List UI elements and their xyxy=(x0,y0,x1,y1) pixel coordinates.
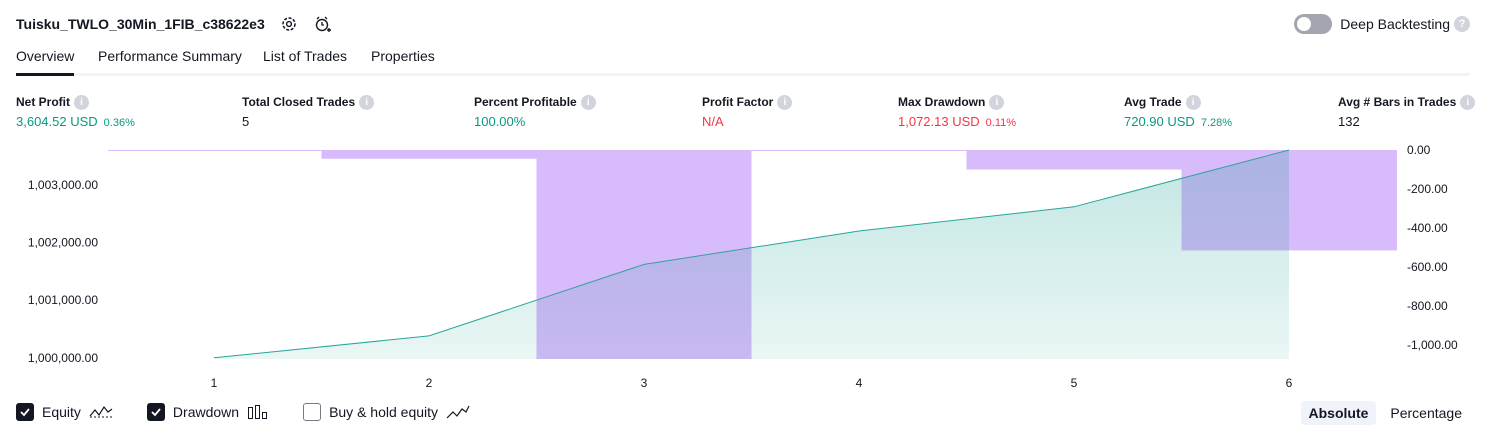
metric-max-drawdown: Max Drawdown i 1,072.13 USD 0.11% xyxy=(898,94,1016,129)
drawdown-bar-overlay xyxy=(751,150,967,151)
tab-bar: Overview Performance Summary List of Tra… xyxy=(16,44,1470,76)
right-axis-tick-label: -800.00 xyxy=(1407,299,1448,313)
metric-value: N/A xyxy=(702,114,724,129)
value-mode-switch: Absolute Percentage xyxy=(1295,401,1471,425)
toggle-knob xyxy=(1297,17,1312,31)
drawdown-bar-overlay xyxy=(536,150,752,359)
metric-profit-factor: Profit Factor i N/A xyxy=(702,94,793,129)
metric-percent: 0.36% xyxy=(103,117,135,129)
tab-properties[interactable]: Properties xyxy=(371,48,435,73)
equity-chart: 1,000,000.00 1,001,000.00 1,002,000.00 1,00… xyxy=(28,143,1458,390)
add-alert-icon[interactable] xyxy=(313,14,333,34)
drawdown-bar-overlay xyxy=(108,150,322,151)
chart-legend: Equity Drawdown Buy & hold equity xyxy=(16,403,504,421)
right-axis-tick-label: -1,000.00 xyxy=(1407,338,1458,352)
metric-label: Max Drawdown xyxy=(898,95,986,109)
deep-backtesting-toggle[interactable] xyxy=(1294,14,1333,34)
metric-net-profit: Net Profit i 3,604.52 USD 0.36% xyxy=(16,94,135,129)
deep-backtesting-label: Deep Backtesting xyxy=(1340,16,1450,32)
info-icon[interactable]: i xyxy=(989,94,1005,110)
left-axis-tick-label: 1,002,000.00 xyxy=(28,236,98,250)
right-axis-tick-label: 0.00 xyxy=(1407,143,1431,157)
legend-drawdown[interactable]: Drawdown xyxy=(146,403,269,421)
x-axis-tick-label: 5 xyxy=(1071,376,1078,390)
metric-avg-trade: Avg Trade i 720.90 USD 7.28% xyxy=(1124,94,1232,129)
tab-overview[interactable]: Overview xyxy=(16,48,75,76)
left-axis-tick-label: 1,001,000.00 xyxy=(28,293,98,307)
legend-buy-hold-equity[interactable]: Buy & hold equity xyxy=(303,403,470,421)
metric-percent: 7.28% xyxy=(1200,117,1233,129)
strategy-header: Tuisku_TWLO_30Min_1FIB_c38622e3 xyxy=(16,12,333,36)
metric-label: Total Closed Trades xyxy=(242,95,356,109)
metric-label: Profit Factor xyxy=(702,95,774,109)
legend-equity[interactable]: Equity xyxy=(16,403,113,421)
strategy-title: Tuisku_TWLO_30Min_1FIB_c38622e3 xyxy=(16,16,265,32)
drawdown-bar-overlay xyxy=(321,150,537,159)
metric-value: 132 xyxy=(1338,114,1360,129)
right-axis-tick-label: -200.00 xyxy=(1407,182,1448,196)
metric-avg-bars-in-trades: Avg # Bars in Trades i 132 xyxy=(1338,94,1476,129)
x-axis-tick-label: 2 xyxy=(426,376,433,390)
drawdown-bars-icon xyxy=(247,404,269,420)
info-icon[interactable]: i xyxy=(1460,94,1476,110)
mode-absolute-button[interactable]: Absolute xyxy=(1300,401,1377,425)
mode-percentage-button[interactable]: Percentage xyxy=(1382,401,1470,425)
tab-list-of-trades[interactable]: List of Trades xyxy=(263,48,347,73)
left-axis-tick-label: 1,000,000.00 xyxy=(28,351,98,365)
drawdown-bar-overlay xyxy=(966,150,1182,170)
metric-value: 3,604.52 USD xyxy=(16,114,98,129)
legend-label: Equity xyxy=(42,404,81,420)
left-axis-tick-label: 1,003,000.00 xyxy=(28,178,98,192)
tab-performance-summary[interactable]: Performance Summary xyxy=(98,48,242,73)
checkbox-checked[interactable] xyxy=(146,403,165,421)
help-icon[interactable]: ? xyxy=(1454,16,1470,32)
metric-label: Avg # Bars in Trades xyxy=(1338,95,1457,109)
metric-label: Net Profit xyxy=(16,95,70,109)
right-axis-tick-label: -600.00 xyxy=(1407,260,1448,274)
right-axis-tick-label: -400.00 xyxy=(1407,221,1448,235)
buy-hold-line-icon xyxy=(446,404,470,420)
checkbox-checked[interactable] xyxy=(16,403,34,421)
x-axis-tick-label: 4 xyxy=(856,376,863,390)
gear-icon[interactable] xyxy=(279,14,299,34)
metric-value: 720.90 USD xyxy=(1124,114,1195,129)
metric-label: Percent Profitable xyxy=(474,95,577,109)
metric-value: 1,072.13 USD xyxy=(898,114,980,129)
info-icon[interactable]: i xyxy=(359,94,375,110)
metric-percent: 0.11% xyxy=(985,117,1017,129)
metric-value: 100.00% xyxy=(474,114,526,129)
info-icon[interactable]: i xyxy=(1185,94,1201,110)
metric-total-closed-trades: Total Closed Trades i 5 xyxy=(242,94,375,129)
info-icon[interactable]: i xyxy=(74,94,89,110)
legend-label: Buy & hold equity xyxy=(329,404,439,420)
info-icon[interactable]: i xyxy=(777,94,793,110)
x-axis-tick-label: 1 xyxy=(211,376,218,390)
metric-value: 5 xyxy=(242,114,250,129)
deep-backtesting: Deep Backtesting ? xyxy=(1294,12,1470,36)
x-axis-tick-label: 6 xyxy=(1286,376,1293,390)
equity-line-icon xyxy=(89,404,113,420)
metric-percent-profitable: Percent Profitable i 100.00% xyxy=(474,94,596,129)
info-icon[interactable]: i xyxy=(580,94,596,110)
legend-label: Drawdown xyxy=(172,404,240,420)
x-axis-tick-label: 3 xyxy=(641,376,648,390)
metric-label: Avg Trade xyxy=(1124,95,1182,109)
drawdown-bar-overlay xyxy=(1181,150,1397,251)
checkbox-unchecked[interactable] xyxy=(303,403,322,421)
